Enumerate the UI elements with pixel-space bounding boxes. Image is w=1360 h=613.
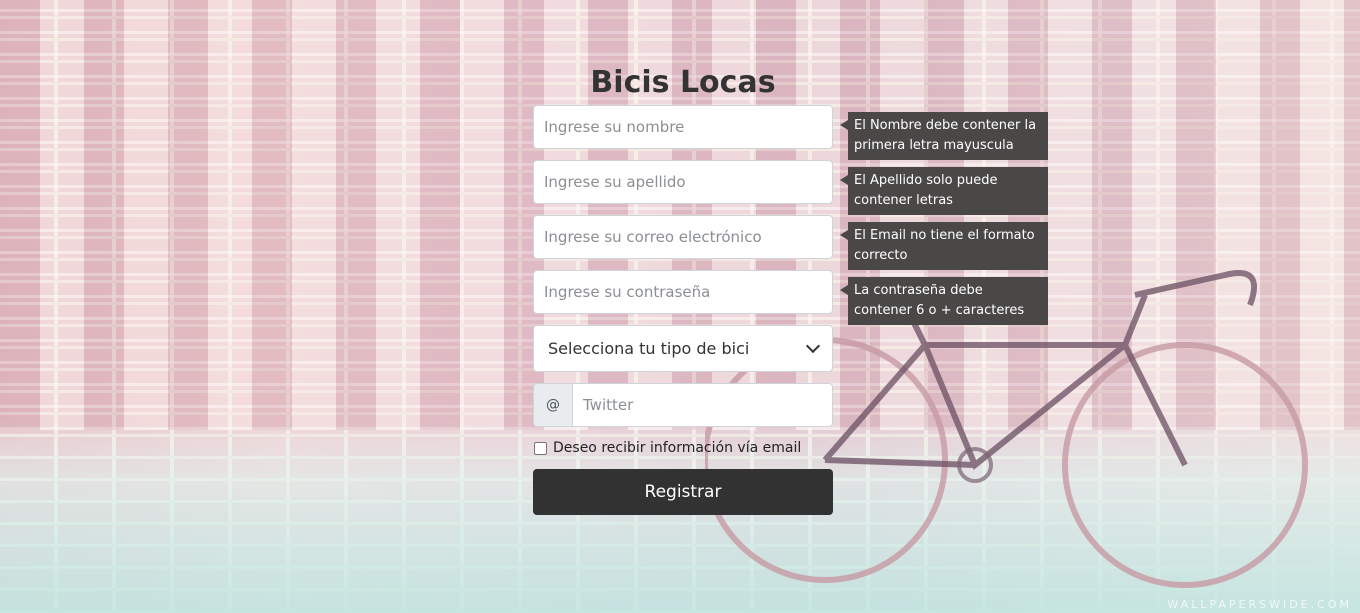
- password-input[interactable]: [533, 270, 833, 314]
- newsletter-checkbox[interactable]: [534, 441, 547, 455]
- registration-form: Bicis Locas El Nombre debe contener la p…: [533, 60, 1048, 515]
- email-field-row: El Email no tiene el formato correcto: [533, 215, 1048, 270]
- bike-type-select-row: Selecciona tu tipo de bici: [533, 325, 833, 372]
- bike-type-selected-value: Selecciona tu tipo de bici: [548, 339, 750, 358]
- lastname-input[interactable]: [533, 160, 833, 204]
- register-button[interactable]: Registrar: [533, 469, 833, 515]
- at-sign-prefix: @: [533, 383, 572, 427]
- lastname-validation-tooltip: El Apellido solo puede contener letras: [840, 167, 1048, 215]
- page-title: Bicis Locas: [590, 65, 776, 100]
- twitter-input[interactable]: [572, 383, 833, 427]
- twitter-input-group: @: [533, 383, 833, 427]
- name-input[interactable]: [533, 105, 833, 149]
- name-validation-tooltip: El Nombre debe contener la primera letra…: [840, 112, 1048, 160]
- password-validation-tooltip: La contraseña debe contener 6 o + caract…: [840, 277, 1048, 325]
- email-validation-tooltip: El Email no tiene el formato correcto: [840, 222, 1048, 270]
- bike-type-select[interactable]: Selecciona tu tipo de bici: [533, 325, 833, 372]
- watermark-text: WALLPAPERSWIDE.COM: [1167, 598, 1352, 611]
- lastname-field-row: El Apellido solo puede contener letras: [533, 160, 1048, 215]
- name-field-row: El Nombre debe contener la primera letra…: [533, 105, 1048, 160]
- newsletter-checkbox-label: Deseo recibir información vía email: [553, 440, 802, 456]
- password-field-row: La contraseña debe contener 6 o + caract…: [533, 270, 1048, 325]
- chevron-down-icon: [805, 338, 821, 354]
- email-input[interactable]: [533, 215, 833, 259]
- newsletter-checkbox-row[interactable]: Deseo recibir información vía email: [533, 439, 833, 457]
